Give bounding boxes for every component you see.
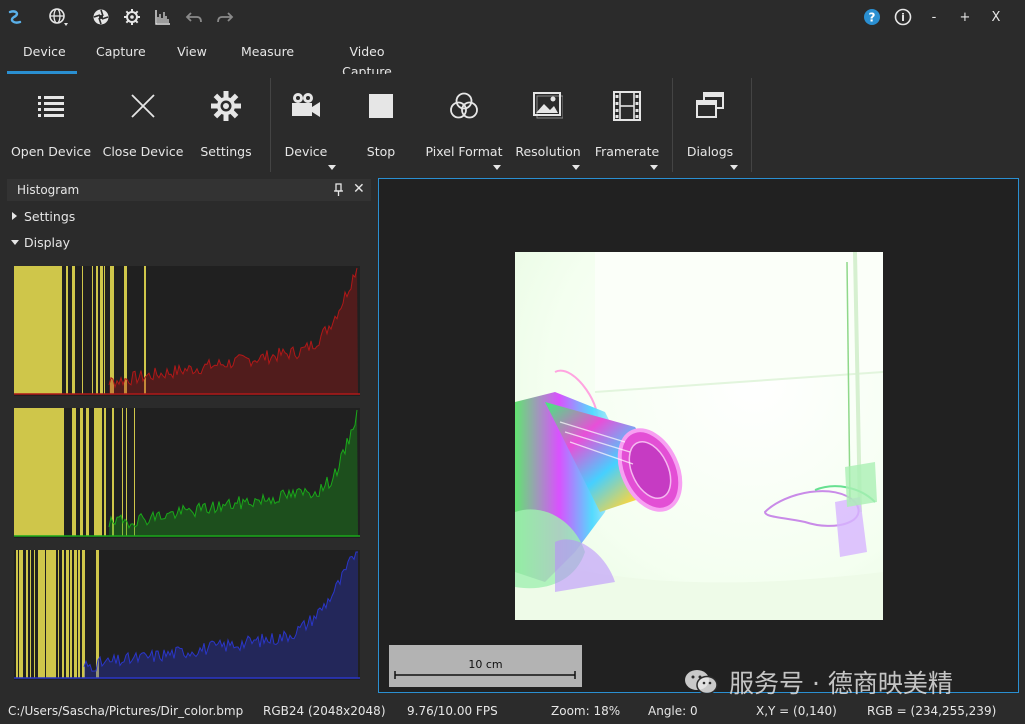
resolution-button[interactable]: Resolution [514, 84, 582, 174]
tab-capture[interactable]: Capture [96, 42, 146, 66]
pin-icon[interactable] [333, 182, 347, 198]
panel-header: Histogram ✕ [7, 179, 371, 201]
close-icon [102, 84, 184, 128]
chevron-down-icon [493, 165, 501, 170]
list-icon [10, 84, 92, 128]
stop-icon [358, 84, 404, 128]
chevron-down-icon [730, 165, 738, 170]
section-display[interactable]: Display [7, 231, 371, 255]
image-icon [514, 84, 582, 128]
close-device-label: Close Device [102, 144, 184, 159]
framerate-button[interactable]: Framerate [594, 84, 660, 174]
open-device-button[interactable]: Open Device [10, 84, 92, 174]
ribbon-separator [270, 78, 271, 172]
open-device-label: Open Device [10, 144, 92, 159]
close-device-button[interactable]: Close Device [102, 84, 184, 174]
section-settings[interactable]: Settings [7, 205, 371, 229]
histogram-blue [14, 550, 360, 680]
close-icon[interactable]: ✕ [353, 181, 365, 197]
histogram-red [14, 266, 360, 396]
redo-icon[interactable] [214, 6, 236, 28]
status-angle: Angle: 0 [648, 704, 698, 718]
camera-image[interactable] [515, 252, 883, 620]
status-file-path: C:/Users/Sascha/Pictures/Dir_color.bmp [8, 704, 244, 718]
camera-icon [280, 84, 332, 128]
watermark: 服务号 · 德商映美精 [683, 665, 953, 699]
color-circles-icon [424, 84, 504, 128]
status-format: RGB24 (2048x2048) [263, 704, 386, 718]
film-icon [594, 84, 660, 128]
status-zoom: Zoom: 18% [551, 704, 621, 718]
histogram-icon[interactable] [152, 6, 174, 28]
framerate-label: Framerate [594, 144, 660, 159]
tab-view[interactable]: View [177, 42, 207, 66]
help-button[interactable]: ? [861, 6, 883, 28]
pixel-format-button[interactable]: Pixel Format [424, 84, 504, 174]
close-window-button[interactable]: X [985, 6, 1007, 28]
dialogs-button[interactable]: Dialogs [682, 84, 738, 174]
tab-measure[interactable]: Measure [241, 42, 294, 66]
gear-icon[interactable] [121, 6, 143, 28]
section-settings-label: Settings [24, 209, 76, 224]
info-button[interactable]: i [892, 6, 914, 28]
ribbon-toolbar: Open Device Close Device Settings Device… [0, 74, 1025, 176]
ribbon-separator [672, 78, 673, 172]
minimize-button[interactable]: - [923, 6, 945, 28]
settings-label: Settings [200, 144, 252, 159]
aperture-icon[interactable] [90, 6, 112, 28]
status-fps: 9.76/10.00 FPS [407, 704, 498, 718]
stop-label: Stop [366, 144, 396, 159]
image-viewer[interactable]: 10 cm [378, 178, 1019, 693]
maximize-button[interactable]: + [954, 6, 976, 28]
pixel-format-label: Pixel Format [425, 144, 503, 159]
scale-bar: 10 cm [389, 645, 582, 687]
gear-icon [196, 84, 256, 128]
undo-icon[interactable] [183, 6, 205, 28]
resolution-label: Resolution [515, 144, 581, 159]
status-bar: C:/Users/Sascha/Pictures/Dir_color.bmp R… [0, 700, 1025, 724]
title-bar: ? i - + X [0, 0, 1025, 34]
globe-icon[interactable] [48, 6, 70, 28]
watermark-text: 服务号 · 德商映美精 [729, 669, 953, 698]
app-logo-icon [4, 6, 26, 28]
menu-bar: Device Capture View Measure Video Captur… [0, 34, 1025, 79]
info-label: i [901, 11, 905, 24]
histogram-green [14, 408, 360, 538]
chevron-down-icon [11, 240, 19, 245]
device-dropdown-button[interactable]: Device [280, 84, 336, 174]
section-display-label: Display [24, 235, 71, 250]
device-label: Device [284, 144, 328, 159]
help-label: ? [869, 11, 876, 25]
chevron-down-icon [650, 165, 658, 170]
chevron-down-icon [328, 165, 336, 170]
dialogs-label: Dialogs [686, 144, 734, 159]
ribbon-separator [751, 78, 752, 172]
tab-video-capture[interactable]: Video Capture [326, 42, 408, 79]
histogram-panel: Histogram ✕ Settings Display [7, 179, 371, 690]
status-rgb: RGB = (234,255,239) [867, 704, 997, 718]
settings-button[interactable]: Settings [196, 84, 256, 174]
chevron-right-icon [12, 212, 17, 220]
stop-button[interactable]: Stop [358, 84, 404, 174]
tab-device[interactable]: Device [7, 42, 77, 74]
windows-icon [682, 84, 738, 128]
panel-title: Histogram [17, 183, 80, 197]
status-coordinates: X,Y = (0,140) [756, 704, 837, 718]
chevron-down-icon [572, 165, 580, 170]
wechat-icon [685, 670, 718, 695]
